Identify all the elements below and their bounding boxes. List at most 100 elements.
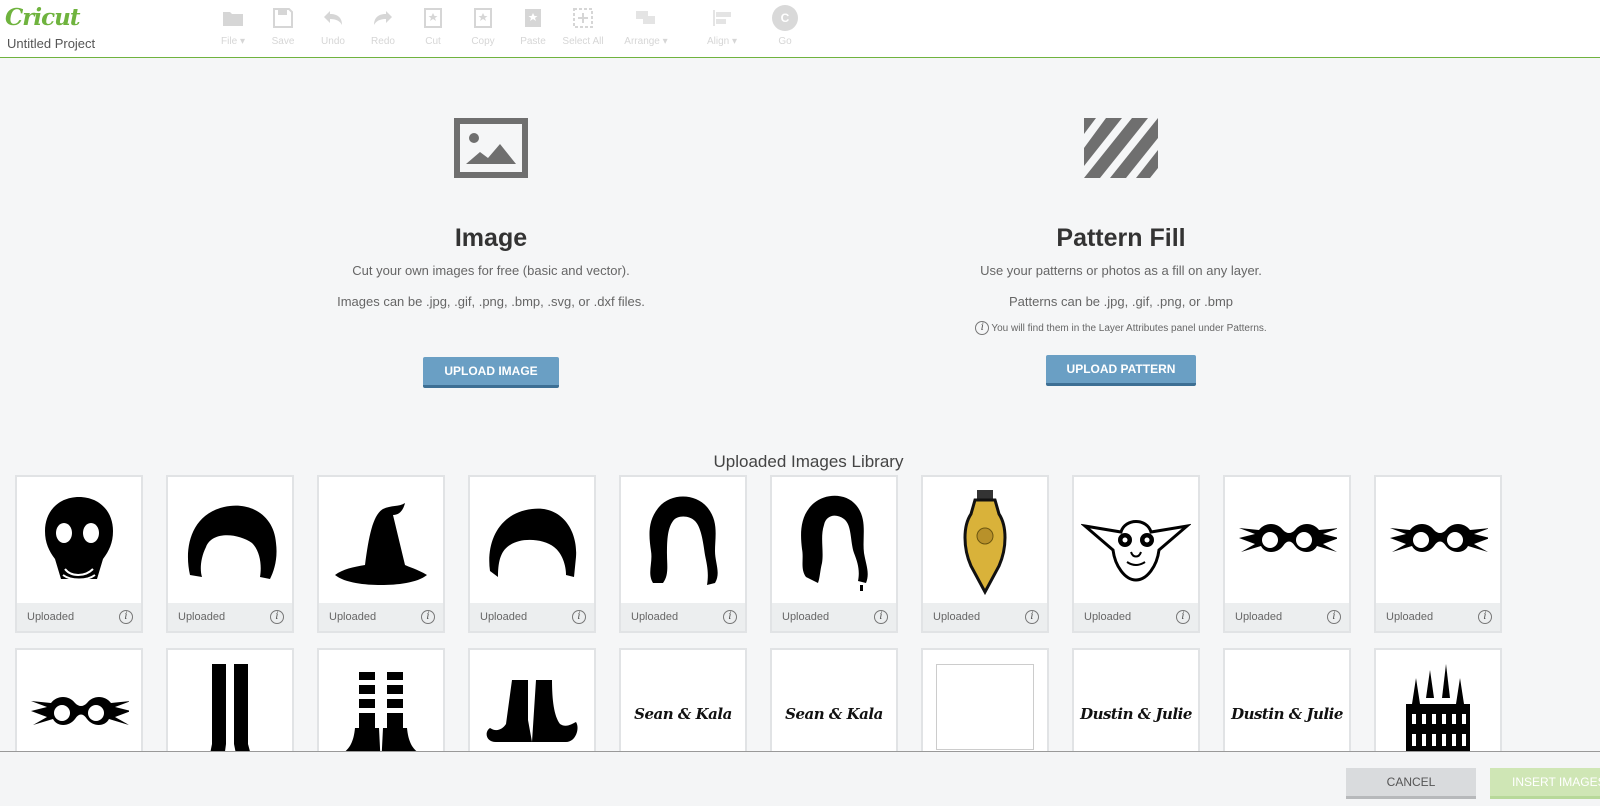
card-status: Uploaded [480, 611, 528, 623]
library-title: Uploaded Images Library [713, 452, 904, 471]
pattern-section-title: Pattern Fill [1056, 224, 1186, 252]
library-card[interactable] [317, 648, 445, 751]
witch-boots-image [168, 650, 292, 751]
elf-face-image [1074, 477, 1198, 605]
toolbar-cut-button[interactable]: Cut [408, 6, 458, 52]
upload-pattern-button[interactable]: UPLOAD PATTERN [1045, 355, 1197, 386]
info-icon[interactable]: i [874, 610, 888, 624]
script-text-image: Sean & Kala [772, 650, 896, 751]
chevron-down-icon: ▾ [239, 36, 245, 47]
script-text-label: Sean & Kala [785, 705, 883, 723]
image-section-formats: Images can be .jpg, .gif, .png, .bmp, .s… [337, 294, 645, 309]
cricut-logo[interactable]: Cricut [5, 4, 81, 31]
card-status: Uploaded [1235, 611, 1283, 623]
toolbar-label: Cut [425, 36, 441, 47]
script-text-image: Dustin & Julie [1225, 650, 1349, 751]
toolbar-paste-button[interactable]: Paste [508, 6, 558, 52]
cancel-button[interactable]: CANCEL [1346, 768, 1476, 799]
library-card[interactable]: Uploaded i [15, 475, 143, 633]
temple-image [1376, 650, 1500, 751]
pattern-section-formats: Patterns can be .jpg, .gif, .png, or .bm… [1008, 294, 1233, 309]
save-icon [273, 6, 293, 30]
toolbar-arrange-button[interactable]: Arrange ▾ [608, 6, 684, 52]
library-card[interactable]: Uploaded i [770, 475, 898, 633]
toolbar-label: Select All [562, 36, 604, 47]
chevron-down-icon: ▾ [732, 36, 738, 47]
library-card[interactable] [468, 648, 596, 751]
library-card[interactable]: Uploaded i [1223, 475, 1351, 633]
gas-mask-image [17, 477, 141, 605]
dialog-footer: CANCEL INSERT IMAGES [0, 751, 1600, 806]
library-card[interactable]: Uploaded i [619, 475, 747, 633]
toolbar-align-button[interactable]: Align ▾ [684, 6, 760, 52]
library-card[interactable]: Uploaded i [468, 475, 596, 633]
library-card[interactable]: Sean & Kala [770, 648, 898, 751]
wavy-hair-image [621, 477, 745, 605]
toolbar-label: Undo [321, 36, 345, 47]
info-icon[interactable]: i [723, 610, 737, 624]
undo-icon [322, 6, 344, 30]
info-icon[interactable]: i [119, 610, 133, 624]
card-status: Uploaded [178, 611, 226, 623]
toolbar-label: Copy [471, 36, 495, 47]
script-text-label: Dustin & Julie [1080, 705, 1192, 723]
library-card[interactable]: Dustin & Julie [1223, 648, 1351, 751]
pattern-stripes-icon [911, 118, 1331, 184]
toolbar-copy-button[interactable]: Copy [458, 6, 508, 52]
library-card[interactable]: Uploaded i [1374, 475, 1502, 633]
broken-image-placeholder [936, 664, 1034, 750]
library-card[interactable] [15, 648, 143, 751]
script-text-image: Sean & Kala [621, 650, 745, 751]
library-card[interactable] [166, 648, 294, 751]
script-text-label: Dustin & Julie [1231, 705, 1343, 723]
spectrespecs-image [1225, 477, 1349, 605]
toolbar-go-button[interactable]: C Go [760, 5, 810, 52]
info-icon[interactable]: i [1025, 610, 1039, 624]
library-card[interactable]: Uploaded i [166, 475, 294, 633]
upload-image-button[interactable]: UPLOAD IMAGE [423, 357, 559, 388]
info-icon[interactable]: i [1478, 610, 1492, 624]
card-status: Uploaded [933, 611, 981, 623]
library-card[interactable]: Uploaded i [1072, 475, 1200, 633]
toolbar-redo-button[interactable]: Redo [358, 6, 408, 52]
library-card[interactable]: Uploaded i [317, 475, 445, 633]
toolbar-save-button[interactable]: Save [258, 6, 308, 52]
card-status: Uploaded [1386, 611, 1434, 623]
card-status: Uploaded [329, 611, 377, 623]
toolbar-label: Arrange [624, 36, 660, 47]
info-icon[interactable]: i [1327, 610, 1341, 624]
pattern-note-text: You will find them in the Layer Attribut… [991, 322, 1267, 334]
library-card[interactable] [1374, 648, 1502, 751]
insert-images-button[interactable]: INSERT IMAGES [1490, 768, 1600, 799]
info-icon[interactable]: i [572, 610, 586, 624]
align-icon [711, 6, 733, 30]
select-all-icon [573, 6, 593, 30]
card-status: Uploaded [1084, 611, 1132, 623]
info-icon[interactable]: i [270, 610, 284, 624]
script-text-label: Sean & Kala [634, 705, 732, 723]
info-icon[interactable]: i [421, 610, 435, 624]
pattern-section-description: Use your patterns or photos as a fill on… [980, 263, 1262, 278]
toolbar-file-button[interactable]: File ▾ [208, 6, 258, 52]
image-section-description: Cut your own images for free (basic and … [352, 263, 630, 278]
toolbar-select-all-button[interactable]: Select All [558, 6, 608, 52]
library-card[interactable]: Dustin & Julie [1072, 648, 1200, 751]
pattern-upload-section: Pattern Fill Use your patterns or photos… [911, 118, 1331, 386]
bob-hair-image [470, 477, 594, 605]
project-title[interactable]: Untitled Project [7, 36, 95, 51]
card-status: Uploaded [631, 611, 679, 623]
library-card[interactable]: Sean & Kala [619, 648, 747, 751]
image-section-title: Image [454, 224, 528, 252]
striped-witch-legs-image [319, 650, 443, 751]
elf-shoes-image [470, 650, 594, 751]
info-icon[interactable]: i [1176, 610, 1190, 624]
toolbar-label: Redo [371, 36, 395, 47]
toolbar-label: Go [778, 36, 792, 47]
paste-icon [523, 6, 543, 30]
library-card[interactable]: Uploaded i [921, 475, 1049, 633]
toolbar-undo-button[interactable]: Undo [308, 6, 358, 52]
toolbar-label: Align [706, 36, 730, 47]
folder-icon [222, 6, 244, 30]
library-card[interactable] [921, 648, 1049, 751]
toolbar-label: File [221, 36, 238, 47]
